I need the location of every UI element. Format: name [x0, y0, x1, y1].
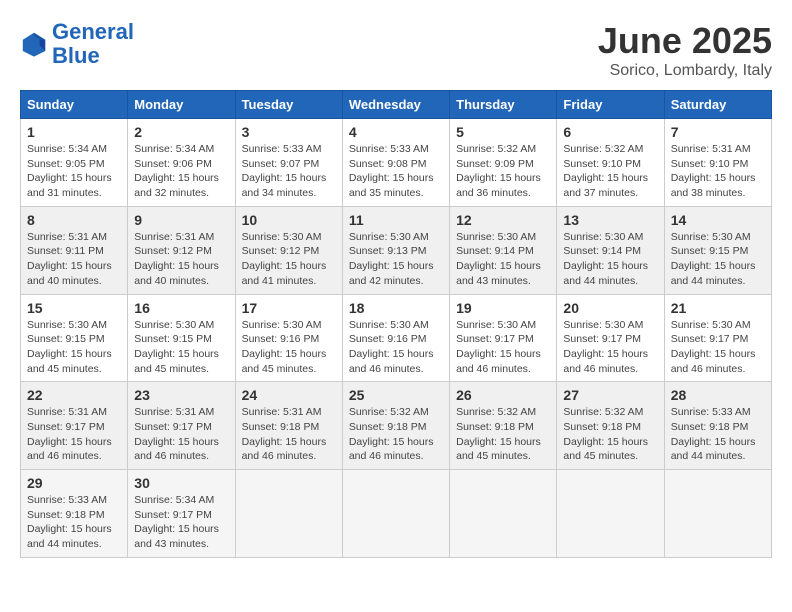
day-18: 18 Sunrise: 5:30 AMSunset: 9:16 PMDaylig…	[342, 294, 449, 382]
logo-blue: Blue	[52, 44, 134, 68]
day-10: 10 Sunrise: 5:30 AMSunset: 9:12 PMDaylig…	[235, 206, 342, 294]
col-wednesday: Wednesday	[342, 91, 449, 119]
calendar-week-4: 22 Sunrise: 5:31 AMSunset: 9:17 PMDaylig…	[21, 382, 772, 470]
calendar-week-5: 29 Sunrise: 5:33 AMSunset: 9:18 PMDaylig…	[21, 470, 772, 558]
title-section: June 2025 Sorico, Lombardy, Italy	[598, 20, 772, 80]
empty-w5-fri	[557, 470, 664, 558]
col-friday: Friday	[557, 91, 664, 119]
day-12: 12 Sunrise: 5:30 AMSunset: 9:14 PMDaylig…	[450, 206, 557, 294]
day-28: 28 Sunrise: 5:33 AMSunset: 9:18 PMDaylig…	[664, 382, 771, 470]
month-year-title: June 2025	[598, 20, 772, 62]
day-8: 8 Sunrise: 5:31 AMSunset: 9:11 PMDayligh…	[21, 206, 128, 294]
day-30: 30 Sunrise: 5:34 AMSunset: 9:17 PMDaylig…	[128, 470, 235, 558]
day-27: 27 Sunrise: 5:32 AMSunset: 9:18 PMDaylig…	[557, 382, 664, 470]
col-thursday: Thursday	[450, 91, 557, 119]
day-13: 13 Sunrise: 5:30 AMSunset: 9:14 PMDaylig…	[557, 206, 664, 294]
calendar-header-row: Sunday Monday Tuesday Wednesday Thursday…	[21, 91, 772, 119]
day-11: 11 Sunrise: 5:30 AMSunset: 9:13 PMDaylig…	[342, 206, 449, 294]
empty-w5-tue	[235, 470, 342, 558]
day-19: 19 Sunrise: 5:30 AMSunset: 9:17 PMDaylig…	[450, 294, 557, 382]
empty-w5-wed	[342, 470, 449, 558]
day-4: 4 Sunrise: 5:33 AMSunset: 9:08 PMDayligh…	[342, 119, 449, 207]
day-17: 17 Sunrise: 5:30 AMSunset: 9:16 PMDaylig…	[235, 294, 342, 382]
calendar-week-3: 15 Sunrise: 5:30 AMSunset: 9:15 PMDaylig…	[21, 294, 772, 382]
col-tuesday: Tuesday	[235, 91, 342, 119]
day-29: 29 Sunrise: 5:33 AMSunset: 9:18 PMDaylig…	[21, 470, 128, 558]
empty-w5-thu	[450, 470, 557, 558]
day-7: 7 Sunrise: 5:31 AMSunset: 9:10 PMDayligh…	[664, 119, 771, 207]
day-5: 5 Sunrise: 5:32 AMSunset: 9:09 PMDayligh…	[450, 119, 557, 207]
col-monday: Monday	[128, 91, 235, 119]
day-15: 15 Sunrise: 5:30 AMSunset: 9:15 PMDaylig…	[21, 294, 128, 382]
location-subtitle: Sorico, Lombardy, Italy	[598, 62, 772, 80]
day-25: 25 Sunrise: 5:32 AMSunset: 9:18 PMDaylig…	[342, 382, 449, 470]
day-22: 22 Sunrise: 5:31 AMSunset: 9:17 PMDaylig…	[21, 382, 128, 470]
day-16: 16 Sunrise: 5:30 AMSunset: 9:15 PMDaylig…	[128, 294, 235, 382]
day-20: 20 Sunrise: 5:30 AMSunset: 9:17 PMDaylig…	[557, 294, 664, 382]
day-21: 21 Sunrise: 5:30 AMSunset: 9:17 PMDaylig…	[664, 294, 771, 382]
day-3: 3 Sunrise: 5:33 AMSunset: 9:07 PMDayligh…	[235, 119, 342, 207]
logo-icon	[20, 30, 48, 58]
day-1: 1 Sunrise: 5:34 AMSunset: 9:05 PMDayligh…	[21, 119, 128, 207]
col-sunday: Sunday	[21, 91, 128, 119]
day-6: 6 Sunrise: 5:32 AMSunset: 9:10 PMDayligh…	[557, 119, 664, 207]
day-14: 14 Sunrise: 5:30 AMSunset: 9:15 PMDaylig…	[664, 206, 771, 294]
calendar-table: Sunday Monday Tuesday Wednesday Thursday…	[20, 90, 772, 558]
empty-w5-sat	[664, 470, 771, 558]
day-9: 9 Sunrise: 5:31 AMSunset: 9:12 PMDayligh…	[128, 206, 235, 294]
page-header: General Blue June 2025 Sorico, Lombardy,…	[20, 20, 772, 80]
day-2: 2 Sunrise: 5:34 AMSunset: 9:06 PMDayligh…	[128, 119, 235, 207]
logo: General Blue	[20, 20, 134, 68]
col-saturday: Saturday	[664, 91, 771, 119]
day-23: 23 Sunrise: 5:31 AMSunset: 9:17 PMDaylig…	[128, 382, 235, 470]
logo-general: General	[52, 20, 134, 44]
calendar-week-1: 1 Sunrise: 5:34 AMSunset: 9:05 PMDayligh…	[21, 119, 772, 207]
day-24: 24 Sunrise: 5:31 AMSunset: 9:18 PMDaylig…	[235, 382, 342, 470]
calendar-week-2: 8 Sunrise: 5:31 AMSunset: 9:11 PMDayligh…	[21, 206, 772, 294]
day-26: 26 Sunrise: 5:32 AMSunset: 9:18 PMDaylig…	[450, 382, 557, 470]
